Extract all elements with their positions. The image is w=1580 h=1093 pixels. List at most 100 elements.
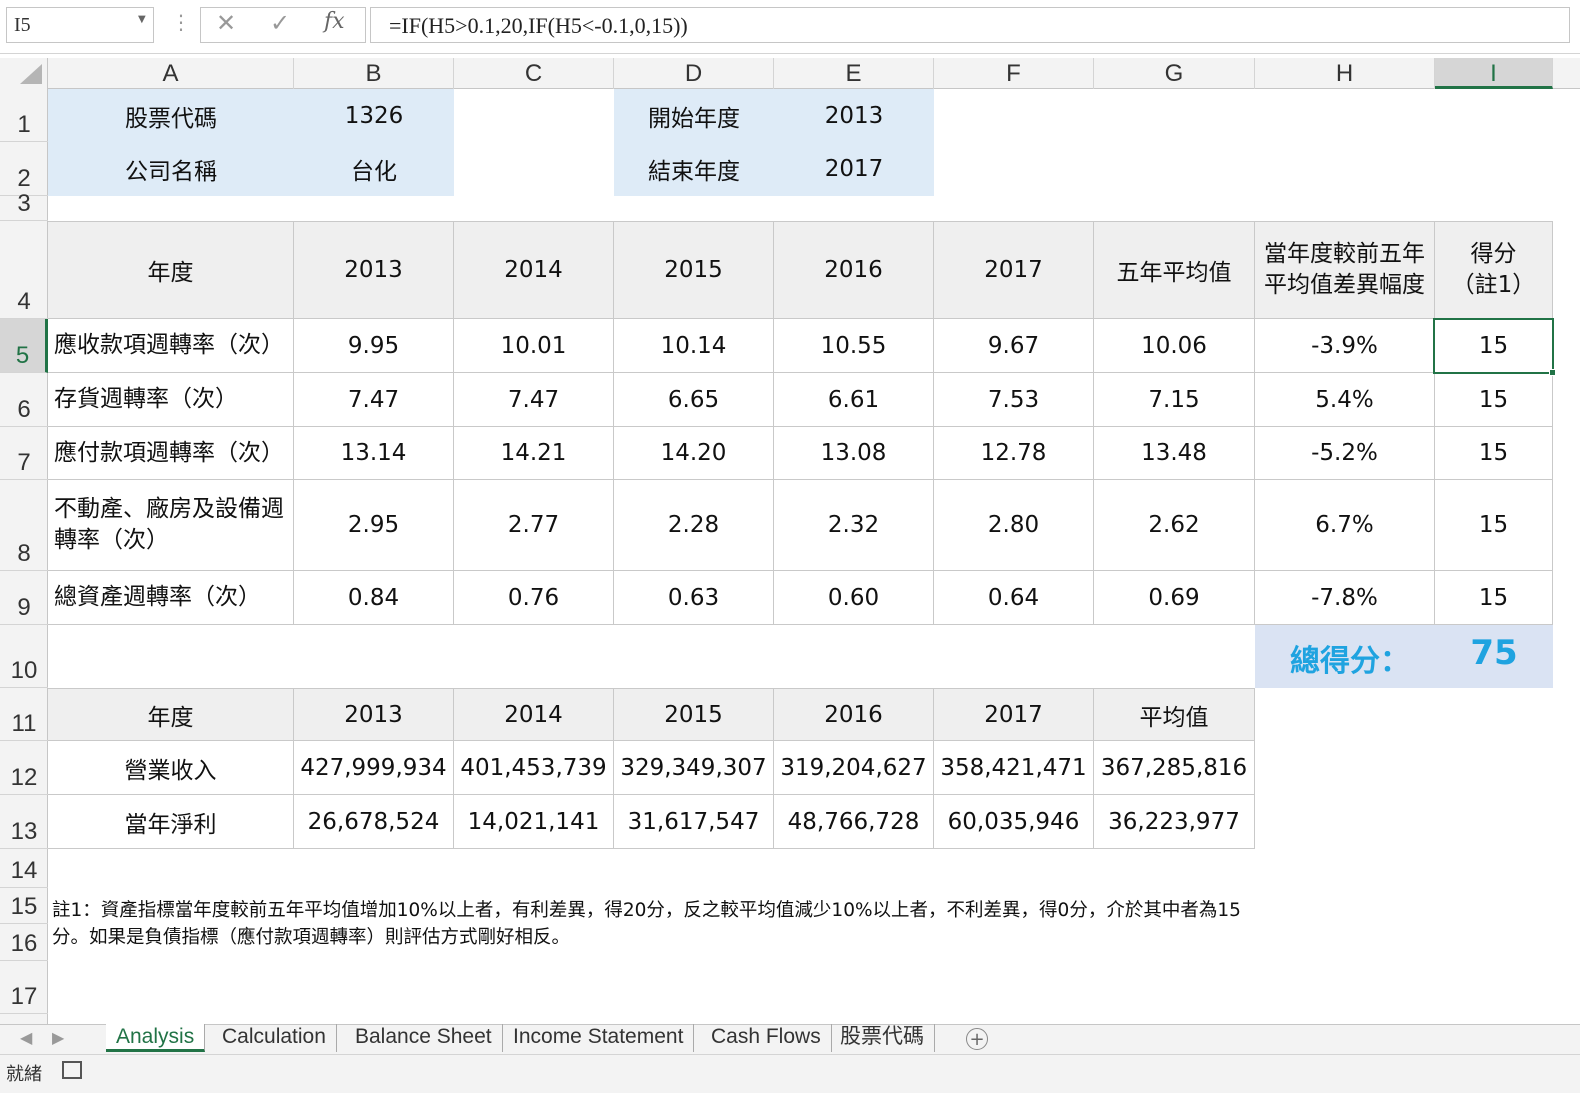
table-cell[interactable]: 31,617,547 bbox=[614, 795, 774, 849]
stock-code-value[interactable]: 1326 bbox=[294, 89, 454, 142]
column-header-h[interactable]: H bbox=[1255, 58, 1435, 89]
table-cell[interactable]: 15 bbox=[1435, 427, 1553, 480]
table-cell[interactable]: 7.15 bbox=[1094, 373, 1255, 427]
row-header[interactable]: 17 bbox=[0, 961, 48, 1014]
table-cell[interactable]: 9.67 bbox=[934, 319, 1094, 373]
insert-function-icon[interactable]: fx bbox=[324, 9, 345, 34]
row-label[interactable]: 應付款項週轉率（次） bbox=[48, 427, 294, 480]
table-cell[interactable]: 2.28 bbox=[614, 480, 774, 571]
row-header[interactable]: 16 bbox=[0, 924, 48, 961]
table-cell[interactable]: 6.7% bbox=[1255, 480, 1435, 571]
table-cell[interactable]: 7.47 bbox=[454, 373, 614, 427]
row-header[interactable]: 4 bbox=[0, 221, 48, 319]
row-label[interactable]: 應收款項週轉率（次） bbox=[48, 319, 294, 373]
row-header[interactable]: 14 bbox=[0, 849, 48, 888]
row-label[interactable]: 不動產、廠房及設備週轉率（次） bbox=[48, 480, 294, 571]
column-header-g[interactable]: G bbox=[1094, 58, 1255, 89]
table-cell[interactable]: 358,421,471 bbox=[934, 741, 1094, 795]
table-cell[interactable]: 14,021,141 bbox=[454, 795, 614, 849]
table-cell[interactable]: 48,766,728 bbox=[774, 795, 934, 849]
chevron-down-icon[interactable]: ▼ bbox=[138, 14, 146, 25]
table-cell[interactable]: 401,453,739 bbox=[454, 741, 614, 795]
table-cell[interactable]: 12.78 bbox=[934, 427, 1094, 480]
table-cell[interactable]: 2.77 bbox=[454, 480, 614, 571]
total-score-label[interactable]: 總得分： bbox=[1290, 636, 1410, 680]
fill-handle[interactable] bbox=[1549, 369, 1556, 376]
name-box[interactable]: I5 bbox=[6, 7, 154, 43]
formula-input[interactable]: =IF(H5>0.1,20,IF(H5<-0.1,0,15)) bbox=[370, 7, 1570, 43]
table-cell[interactable]: 15 bbox=[1435, 480, 1553, 571]
table-header[interactable]: 2016 bbox=[774, 221, 934, 319]
end-year-label[interactable]: 結束年度 bbox=[614, 142, 774, 196]
table-cell[interactable]: 367,285,816 bbox=[1094, 741, 1255, 795]
scroll-right-icon[interactable]: ▶ bbox=[52, 1028, 64, 1047]
total-score-value[interactable]: 75 bbox=[1435, 633, 1553, 673]
row-header[interactable]: 6 bbox=[0, 373, 48, 427]
table-cell[interactable]: 0.69 bbox=[1094, 571, 1255, 625]
row-header[interactable]: 7 bbox=[0, 427, 48, 480]
table-header[interactable]: 2014 bbox=[454, 221, 614, 319]
column-header-d[interactable]: D bbox=[614, 58, 774, 89]
column-header-e[interactable]: E bbox=[774, 58, 934, 89]
table-cell[interactable]: 6.61 bbox=[774, 373, 934, 427]
table-header[interactable]: 2017 bbox=[934, 221, 1094, 319]
table-cell[interactable]: 10.06 bbox=[1094, 319, 1255, 373]
table-header[interactable]: 平均值 bbox=[1094, 688, 1255, 741]
table-cell[interactable]: 13.08 bbox=[774, 427, 934, 480]
row-header[interactable]: 13 bbox=[0, 795, 48, 849]
row-header[interactable]: 10 bbox=[0, 625, 48, 688]
table-header[interactable]: 年度 bbox=[48, 221, 294, 319]
company-label[interactable]: 公司名稱 bbox=[48, 142, 294, 196]
row-header[interactable]: 8 bbox=[0, 480, 48, 571]
add-sheet-icon[interactable]: + bbox=[966, 1028, 988, 1050]
table-cell[interactable]: 15 bbox=[1435, 571, 1553, 625]
table-cell[interactable]: 2.62 bbox=[1094, 480, 1255, 571]
row-header[interactable]: 2 bbox=[0, 142, 48, 196]
cancel-icon[interactable]: ✕ bbox=[216, 9, 236, 37]
table-cell[interactable]: 427,999,934 bbox=[294, 741, 454, 795]
tab-stock-code[interactable]: 股票代碼 bbox=[830, 1024, 935, 1052]
table-cell[interactable]: 13.48 bbox=[1094, 427, 1255, 480]
tab-cash-flows[interactable]: Cash Flows bbox=[701, 1024, 832, 1052]
table-cell[interactable]: 15 bbox=[1435, 373, 1553, 427]
stock-code-label[interactable]: 股票代碼 bbox=[48, 89, 294, 142]
table-cell[interactable]: 9.95 bbox=[294, 319, 454, 373]
table-cell[interactable]: 13.14 bbox=[294, 427, 454, 480]
footnote[interactable]: 註1：資產指標當年度較前五年平均值增加10%以上者，有利差異，得20分，反之較平… bbox=[52, 897, 1252, 951]
table-header[interactable]: 2017 bbox=[934, 688, 1094, 741]
macro-record-icon[interactable] bbox=[62, 1061, 82, 1079]
table-cell[interactable]: 2.80 bbox=[934, 480, 1094, 571]
start-year-label[interactable]: 開始年度 bbox=[614, 89, 774, 142]
row-label[interactable]: 總資產週轉率（次） bbox=[48, 571, 294, 625]
table-header[interactable]: 2013 bbox=[294, 221, 454, 319]
table-header[interactable]: 年度 bbox=[48, 688, 294, 741]
row-label[interactable]: 當年淨利 bbox=[48, 795, 294, 849]
table-cell[interactable]: 10.14 bbox=[614, 319, 774, 373]
table-cell[interactable]: 0.63 bbox=[614, 571, 774, 625]
row-header[interactable]: 11 bbox=[0, 688, 48, 741]
start-year-value[interactable]: 2013 bbox=[774, 89, 934, 142]
row-header[interactable]: 9 bbox=[0, 571, 48, 625]
table-cell[interactable]: 319,204,627 bbox=[774, 741, 934, 795]
table-cell[interactable]: 2.95 bbox=[294, 480, 454, 571]
table-cell[interactable]: 6.65 bbox=[614, 373, 774, 427]
table-header[interactable]: 2015 bbox=[614, 221, 774, 319]
table-cell[interactable]: 0.60 bbox=[774, 571, 934, 625]
column-header-b[interactable]: B bbox=[294, 58, 454, 89]
tab-calculation[interactable]: Calculation bbox=[212, 1024, 337, 1052]
table-header[interactable]: 得分（註1） bbox=[1435, 221, 1553, 319]
table-cell[interactable]: 329,349,307 bbox=[614, 741, 774, 795]
tab-income-statement[interactable]: Income Statement bbox=[503, 1024, 695, 1052]
table-header[interactable]: 2015 bbox=[614, 688, 774, 741]
table-cell[interactable]: 2.32 bbox=[774, 480, 934, 571]
table-header[interactable]: 2013 bbox=[294, 688, 454, 741]
column-header-f[interactable]: F bbox=[934, 58, 1094, 89]
row-header[interactable]: 15 bbox=[0, 888, 48, 924]
table-cell[interactable]: 0.84 bbox=[294, 571, 454, 625]
table-cell[interactable]: -3.9% bbox=[1255, 319, 1435, 373]
column-header-i[interactable]: I bbox=[1435, 58, 1553, 89]
table-header[interactable]: 2016 bbox=[774, 688, 934, 741]
column-header-c[interactable]: C bbox=[454, 58, 614, 89]
table-cell[interactable]: 7.53 bbox=[934, 373, 1094, 427]
table-cell[interactable]: 10.55 bbox=[774, 319, 934, 373]
